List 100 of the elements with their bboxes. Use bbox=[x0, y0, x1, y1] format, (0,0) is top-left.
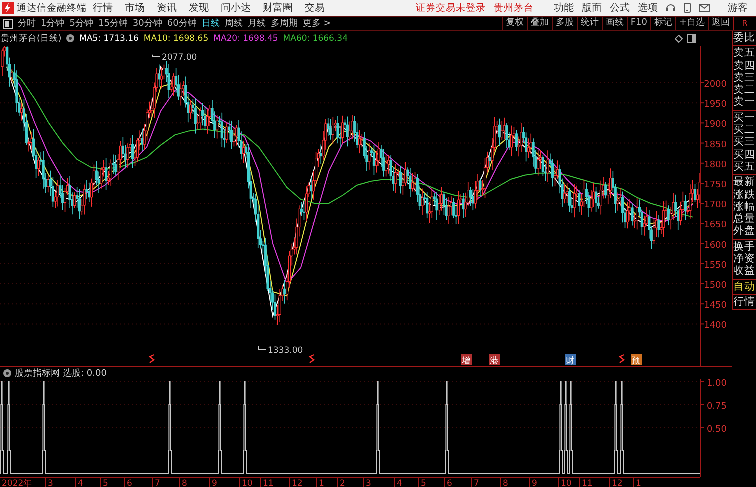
quote-field-label: 委比 bbox=[733, 32, 756, 44]
event-badge[interactable]: 港 bbox=[489, 354, 500, 366]
event-marker-icon[interactable] bbox=[148, 354, 155, 364]
chart-tool-button[interactable]: 多股 bbox=[552, 17, 577, 30]
quote-field-label: 卖一 bbox=[733, 96, 756, 109]
date-axis-label: 1 bbox=[319, 479, 324, 487]
date-axis-label: 8 bbox=[182, 479, 188, 487]
price-axis-label: 1700 bbox=[704, 200, 727, 211]
chart-tool-button[interactable]: 叠加 bbox=[526, 17, 552, 30]
diamond-icon[interactable] bbox=[675, 34, 683, 42]
date-axis-label: 3 bbox=[48, 479, 54, 487]
quote-field-label: 总量 bbox=[733, 213, 756, 226]
menu-item[interactable]: 版面 bbox=[582, 1, 602, 15]
quote-field-label: 涨幅 bbox=[733, 200, 756, 214]
quote-field-label: 净资 bbox=[733, 253, 756, 266]
price-axis-label: 2000 bbox=[704, 80, 727, 90]
indicator-axis-label: 0.75 bbox=[706, 402, 727, 412]
date-axis-label: 4 bbox=[397, 479, 402, 487]
quote-field-label: 换手 bbox=[733, 240, 756, 254]
panel-icon[interactable] bbox=[687, 34, 696, 43]
gear-icon[interactable] bbox=[3, 368, 12, 378]
menu-item[interactable]: 资讯 bbox=[157, 1, 177, 15]
date-axis-label: 11 bbox=[582, 479, 593, 487]
period-tab[interactable]: 15分钟 bbox=[98, 17, 128, 30]
date-axis-label: 7 bbox=[474, 479, 480, 487]
quote-field-label: 买四 bbox=[733, 148, 756, 161]
date-axis-label: 12 bbox=[292, 479, 303, 487]
chart-tool-button[interactable]: 标记 bbox=[650, 17, 676, 30]
chart-tool-button[interactable]: 统计 bbox=[576, 17, 602, 30]
chart-tool-button[interactable]: 返回 bbox=[708, 17, 733, 30]
price-axis-label: 1600 bbox=[704, 240, 727, 251]
phone-icon[interactable] bbox=[684, 3, 691, 13]
quote-field-label: 买一 bbox=[733, 112, 756, 124]
date-axis-label: 5 bbox=[421, 479, 426, 487]
low-price-label: 1333.00 bbox=[268, 346, 304, 356]
price-axis-label: 1750 bbox=[704, 180, 727, 190]
period-tab[interactable]: 日线 bbox=[202, 17, 220, 30]
date-axis-label: 9 bbox=[212, 479, 218, 487]
period-tab[interactable]: 1分钟 bbox=[41, 17, 65, 30]
event-badge[interactable]: 增 bbox=[461, 354, 472, 366]
menu-item[interactable]: 行情 bbox=[93, 1, 113, 15]
quote-field-label: 买五 bbox=[733, 160, 756, 174]
headset-icon[interactable] bbox=[666, 3, 676, 13]
event-marker-icon[interactable] bbox=[618, 354, 625, 364]
quote-field-label: 外盘 bbox=[733, 225, 756, 238]
ma-value: MA60: 1666.34 bbox=[283, 34, 348, 44]
date-axis-label: 2022年 bbox=[2, 479, 33, 487]
side-tab[interactable]: R bbox=[733, 17, 756, 30]
period-tab[interactable]: 多周期 bbox=[270, 17, 298, 30]
user-name[interactable]: 游客 bbox=[728, 1, 748, 15]
period-tab[interactable]: 5分钟 bbox=[70, 17, 94, 30]
ma-value: MA20: 1698.45 bbox=[214, 34, 278, 44]
low-marker bbox=[258, 346, 266, 350]
period-tab[interactable]: 分时 bbox=[18, 17, 36, 30]
market-button[interactable]: 行情 bbox=[733, 296, 756, 308]
menu-item[interactable]: 选项 bbox=[638, 1, 658, 15]
indicator-axis-label: 1.00 bbox=[706, 379, 727, 389]
quote-field-label: 卖二 bbox=[733, 84, 756, 96]
event-marker-icon[interactable] bbox=[308, 354, 315, 364]
ma-value: MA5: 1713.16 bbox=[80, 34, 139, 44]
date-axis-label: 1 bbox=[636, 479, 642, 487]
indicator-name: 股票指标网 bbox=[15, 368, 60, 380]
period-tab[interactable]: 60分钟 bbox=[167, 17, 197, 30]
date-axis-label: 11 bbox=[263, 479, 274, 487]
mail-icon[interactable] bbox=[699, 4, 710, 12]
chart-tool-button[interactable]: F10 bbox=[626, 17, 650, 30]
panel-toggle-icon[interactable] bbox=[3, 18, 13, 28]
event-badge[interactable]: 财 bbox=[565, 354, 576, 366]
chart-title: 贵州茅台(日线) bbox=[1, 32, 62, 44]
date-axis-label: 6 bbox=[447, 479, 452, 487]
price-axis-label: 1450 bbox=[704, 301, 727, 312]
period-tab[interactable]: 30分钟 bbox=[132, 17, 162, 30]
menu-item[interactable]: 功能 bbox=[554, 1, 574, 15]
menu-item[interactable]: 问小达 bbox=[221, 1, 251, 15]
chart-tool-button[interactable]: +自选 bbox=[675, 17, 708, 30]
period-tab[interactable]: 月线 bbox=[248, 17, 266, 30]
quote-field-label: 卖四 bbox=[733, 60, 756, 72]
date-axis-label: 10 bbox=[242, 479, 253, 487]
price-axis-label: 1900 bbox=[704, 120, 727, 130]
menu-item[interactable]: 财富圈 bbox=[263, 1, 293, 15]
auto-button[interactable]: 自动 bbox=[733, 280, 756, 293]
date-axis-label: 8 bbox=[503, 479, 508, 487]
quote-field-label: 涨跌 bbox=[733, 188, 756, 201]
gear-icon[interactable] bbox=[66, 34, 75, 43]
menu-item[interactable]: 公式 bbox=[610, 1, 630, 15]
period-tab[interactable]: 更多 > bbox=[302, 17, 332, 30]
login-status[interactable]: 证券交易未登录 bbox=[416, 2, 486, 14]
quote-field-label: 最新 bbox=[733, 176, 756, 189]
chart-tool-button[interactable]: 画线 bbox=[602, 17, 627, 30]
price-axis-label: 1500 bbox=[704, 281, 727, 291]
menu-item[interactable]: 市场 bbox=[125, 1, 145, 15]
period-tab[interactable]: 周线 bbox=[224, 17, 243, 30]
high-price-label: 2077.00 bbox=[162, 53, 198, 63]
menu-item[interactable]: 交易 bbox=[305, 1, 325, 15]
chart-tool-button[interactable]: 复权 bbox=[502, 17, 527, 30]
date-axis-label: 2 bbox=[340, 479, 346, 487]
price-axis-label: 1800 bbox=[704, 160, 727, 170]
menu-item[interactable]: 发现 bbox=[189, 1, 209, 15]
date-axis-label: 6 bbox=[127, 479, 132, 487]
quote-field-label: 卖五 bbox=[733, 47, 756, 60]
